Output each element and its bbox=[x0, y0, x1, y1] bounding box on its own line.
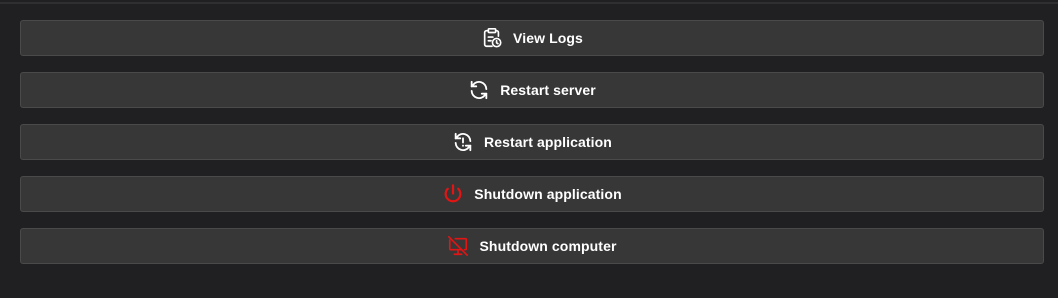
shutdown-computer-label: Shutdown computer bbox=[479, 238, 617, 254]
monitor-off-icon bbox=[447, 235, 469, 257]
shutdown-computer-button[interactable]: Shutdown computer bbox=[20, 228, 1044, 264]
restart-application-label: Restart application bbox=[484, 134, 612, 150]
refresh-alert-icon bbox=[452, 131, 474, 153]
shutdown-application-label: Shutdown application bbox=[474, 186, 622, 202]
view-logs-label: View Logs bbox=[513, 30, 583, 46]
restart-application-button[interactable]: Restart application bbox=[20, 124, 1044, 160]
clipboard-clock-icon bbox=[481, 27, 503, 49]
server-actions-list: View Logs Restart server Restart applica bbox=[20, 20, 1044, 280]
view-logs-button[interactable]: View Logs bbox=[20, 20, 1044, 56]
top-divider bbox=[0, 2, 1058, 4]
shutdown-application-button[interactable]: Shutdown application bbox=[20, 176, 1044, 212]
refresh-icon bbox=[468, 79, 490, 101]
restart-server-button[interactable]: Restart server bbox=[20, 72, 1044, 108]
restart-server-label: Restart server bbox=[500, 82, 596, 98]
power-icon bbox=[442, 183, 464, 205]
